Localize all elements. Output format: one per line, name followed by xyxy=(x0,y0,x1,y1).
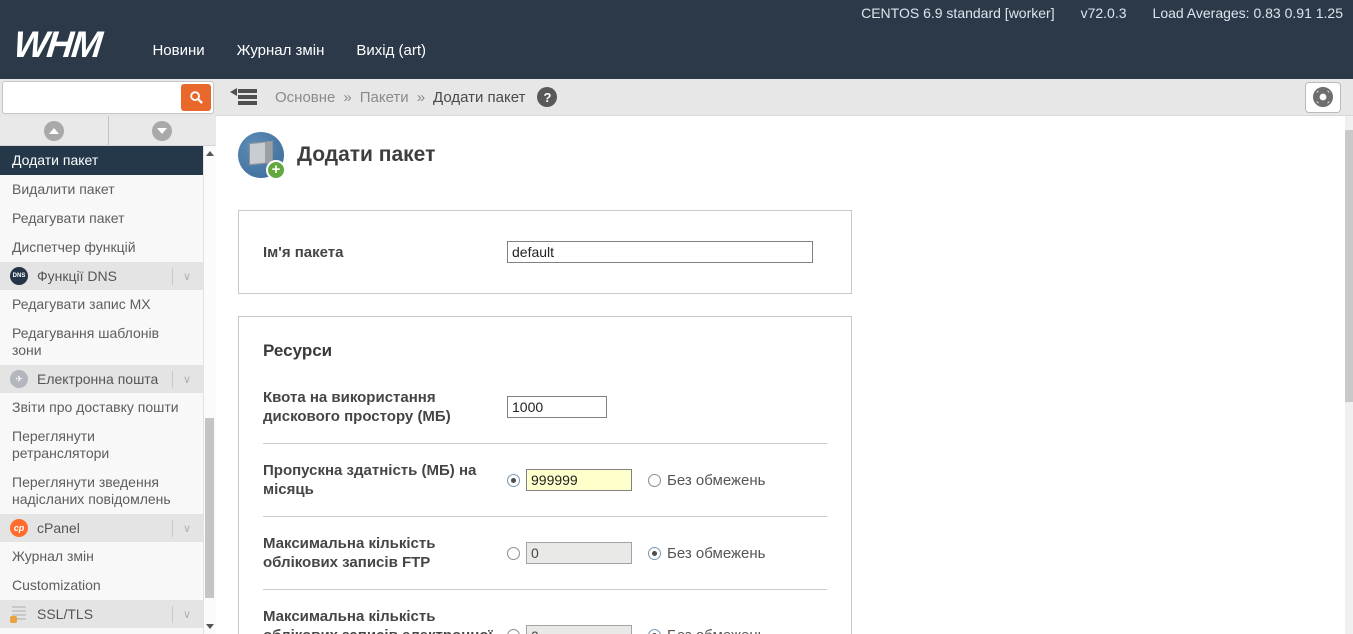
sidebar-item-6[interactable]: Редагування шаблонів зони xyxy=(0,319,203,365)
sidebar-group-11[interactable]: cp cPanel ∨ xyxy=(0,514,203,542)
value-radio[interactable] xyxy=(507,474,520,487)
sidebar-search xyxy=(0,79,216,116)
add-package-icon: + xyxy=(238,132,284,178)
sidebar-item-8[interactable]: Звіти про доставку пошти xyxy=(0,393,203,422)
sidebar-scrollbar[interactable] xyxy=(203,146,216,634)
unlimited-label: Без обмежень xyxy=(667,545,765,562)
chevron-down-icon[interactable]: ∨ xyxy=(172,606,195,623)
resource-value-input xyxy=(526,625,632,634)
sidebar-item-12[interactable]: Журнал змін xyxy=(0,542,203,571)
resource-row-3: Максимальна кількість облікових записів … xyxy=(263,589,827,634)
breadcrumb-separator: » xyxy=(343,89,351,106)
whm-logo[interactable]: WHM xyxy=(12,26,108,63)
top-nav-item-2[interactable]: Вихід (art) xyxy=(356,42,426,59)
whm-version-text: v72.0.3 xyxy=(1081,5,1127,21)
resources-heading: Ресурси xyxy=(263,341,827,361)
breadcrumb-item-0[interactable]: Основне xyxy=(275,89,335,106)
resource-value-input xyxy=(526,542,632,564)
top-nav-item-1[interactable]: Журнал змін xyxy=(237,42,325,59)
sidebar-scroll-up-button[interactable] xyxy=(0,116,109,145)
page-scrollbar[interactable] xyxy=(1345,116,1353,634)
resource-label: Максимальна кількість облікових записів … xyxy=(263,534,501,572)
plus-icon: + xyxy=(266,160,286,180)
resource-row-2: Максимальна кількість облікових записів … xyxy=(263,516,827,589)
scrollbar-up-icon[interactable] xyxy=(206,151,214,156)
resource-label: Пропускна здатність (МБ) на місяць xyxy=(263,461,501,499)
resource-value-input[interactable] xyxy=(507,396,607,418)
top-nav: Новини Журнал змін Вихід (art) xyxy=(120,42,426,63)
sidebar-menu: Додати пакетВидалити пакетРедагувати пак… xyxy=(0,146,203,634)
unlimited-radio[interactable] xyxy=(648,629,661,634)
sidebar-item-5[interactable]: Редагувати запис MX xyxy=(0,290,203,319)
top-header: CENTOS 6.9 standard [worker] v72.0.3 Loa… xyxy=(0,0,1353,79)
unlimited-radio[interactable] xyxy=(648,547,661,560)
arrow-up-icon xyxy=(44,121,64,141)
sidebar-item-15[interactable]: Диспетчер сховища SSL xyxy=(0,628,203,634)
resource-value-input[interactable] xyxy=(526,469,632,491)
value-radio[interactable] xyxy=(507,547,520,560)
load-averages-text: Load Averages: 0.83 0.91 1.25 xyxy=(1153,5,1343,21)
dns-icon: DNS xyxy=(10,267,28,285)
search-icon xyxy=(189,90,204,105)
search-input[interactable] xyxy=(7,85,179,110)
value-radio[interactable] xyxy=(507,629,520,634)
sidebar-group-4[interactable]: DNS Функції DNS ∨ xyxy=(0,262,203,290)
sidebar-group-14[interactable]: SSL/TLS ∨ xyxy=(0,600,203,628)
package-name-input[interactable] xyxy=(507,241,813,263)
sidebar-item-9[interactable]: Переглянути ретранслятори xyxy=(0,422,203,468)
unlimited-label: Без обмежень xyxy=(667,627,765,634)
unlimited-radio[interactable] xyxy=(648,474,661,487)
breadcrumb-item-1[interactable]: Пакети xyxy=(360,89,409,106)
top-nav-item-0[interactable]: Новини xyxy=(152,42,204,59)
sidebar-group-7[interactable]: ✈ Електронна пошта ∨ xyxy=(0,365,203,393)
server-status-bar: CENTOS 6.9 standard [worker] v72.0.3 Loa… xyxy=(861,5,1343,21)
arrow-down-icon xyxy=(152,121,172,141)
chevron-down-icon[interactable]: ∨ xyxy=(172,268,195,285)
sidebar-group-label: cPanel xyxy=(37,520,80,536)
breadcrumb-help-icon[interactable]: ? xyxy=(537,87,557,107)
resources-box: Ресурси Квота на використання дискового … xyxy=(238,316,852,634)
support-button[interactable] xyxy=(1305,82,1341,113)
unlimited-label: Без обмежень xyxy=(667,472,765,489)
sidebar-item-13[interactable]: Customization xyxy=(0,571,203,600)
package-name-box: Ім'я пакета xyxy=(238,210,852,294)
package-name-label: Ім'я пакета xyxy=(263,243,501,262)
page-scrollbar-thumb[interactable] xyxy=(1345,130,1353,402)
toolbar: Основне » Пакети » Додати пакет? xyxy=(0,79,1353,116)
resource-row-1: Пропускна здатність (МБ) на місяць Без об… xyxy=(263,443,827,516)
sidebar-scroll-down-button[interactable] xyxy=(109,116,217,145)
breadcrumb: Основне » Пакети » Додати пакет? xyxy=(216,79,1305,115)
cpanel-icon: cp xyxy=(10,519,28,537)
scrollbar-thumb[interactable] xyxy=(205,418,214,598)
sidebar-group-label: Функції DNS xyxy=(37,268,117,284)
sidebar-group-label: Електронна пошта xyxy=(37,371,158,387)
breadcrumb-separator: » xyxy=(417,89,425,106)
sidebar-group-label: SSL/TLS xyxy=(37,606,93,622)
main-content: + Додати пакет Ім'я пакета Ресурси Квота… xyxy=(216,116,1345,634)
sidebar-item-2[interactable]: Редагувати пакет xyxy=(0,204,203,233)
os-version-text: CENTOS 6.9 standard [worker] xyxy=(861,5,1054,21)
sidebar: Додати пакетВидалити пакетРедагувати пак… xyxy=(0,116,216,634)
chevron-down-icon[interactable]: ∨ xyxy=(172,371,195,388)
resource-row-0: Квота на використання дискового простору… xyxy=(263,371,827,443)
ssl-icon xyxy=(12,606,26,622)
search-button[interactable] xyxy=(181,84,211,111)
sidebar-item-10[interactable]: Переглянути зведення надісланих повідомл… xyxy=(0,468,203,514)
lifesaver-icon xyxy=(1312,86,1334,108)
chevron-down-icon[interactable]: ∨ xyxy=(172,520,195,537)
collapse-sidebar-icon[interactable] xyxy=(230,88,257,106)
sidebar-item-1[interactable]: Видалити пакет xyxy=(0,175,203,204)
scrollbar-down-icon[interactable] xyxy=(206,624,214,629)
resource-label: Максимальна кількість облікових записів … xyxy=(263,607,501,634)
resource-label: Квота на використання дискового простору… xyxy=(263,388,501,426)
page-title: Додати пакет xyxy=(297,143,435,167)
sidebar-item-3[interactable]: Диспетчер функцій xyxy=(0,233,203,262)
breadcrumb-item-2: Додати пакет xyxy=(433,89,525,106)
mail-icon: ✈ xyxy=(10,370,28,388)
sidebar-item-0[interactable]: Додати пакет xyxy=(0,146,203,175)
